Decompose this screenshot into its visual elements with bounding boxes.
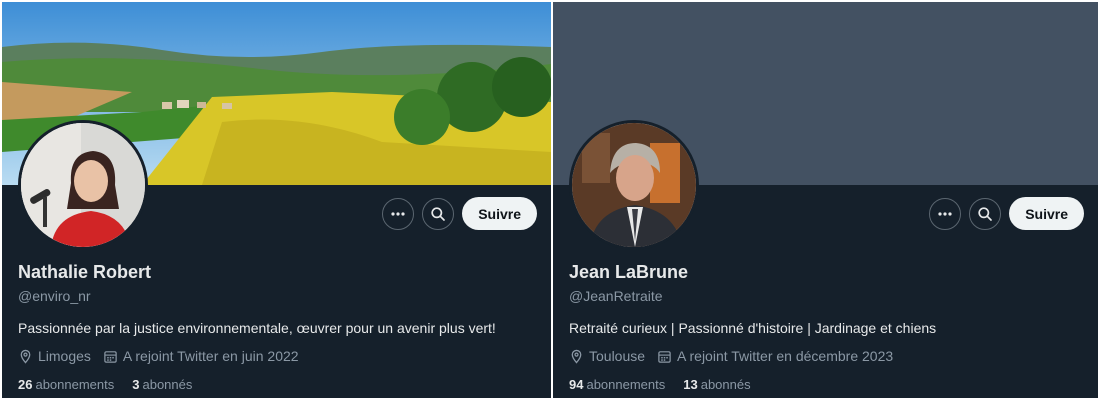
- profile-stats: 26 abonnements 3 abonnés: [18, 377, 210, 392]
- following-count: 26: [18, 377, 33, 392]
- profile-handle: @enviro_nr: [18, 288, 91, 304]
- search-profile-button[interactable]: [422, 197, 455, 230]
- location-item: Limoges: [18, 348, 91, 364]
- more-options-button[interactable]: [929, 197, 962, 230]
- search-icon: [431, 206, 446, 221]
- profile-name: Jean LaBrune: [569, 262, 689, 282]
- more-dots-icon: [391, 211, 405, 216]
- profile-stats: 94 abonnements 13 abonnés: [569, 377, 769, 392]
- location-text: Limoges: [38, 348, 91, 364]
- following-label: abonnements: [586, 377, 666, 392]
- follow-button[interactable]: Suivre: [462, 197, 537, 230]
- profile-name: Nathalie Robert: [18, 262, 152, 282]
- location-pin-icon: [20, 349, 31, 364]
- profile-card-jean: Suivre Jean LaBrune @JeanRetraite Retrai…: [553, 2, 1098, 398]
- profile-actions: Suivre: [382, 197, 537, 230]
- location-pin-icon: [571, 349, 582, 364]
- profile-bio: Passionnée par la justice environnementa…: [18, 320, 496, 336]
- profile-handle: @JeanRetraite: [569, 288, 663, 304]
- calendar-icon: [104, 350, 117, 363]
- joined-text: A rejoint Twitter en juin 2022: [122, 348, 299, 364]
- profile-actions: Suivre: [929, 197, 1084, 230]
- profile-bio: Retraité curieux | Passionné d'histoire …: [569, 320, 937, 336]
- followers-link[interactable]: 3 abonnés: [132, 377, 192, 392]
- followers-count: 3: [132, 377, 140, 392]
- followers-link[interactable]: 13 abonnés: [683, 377, 750, 392]
- search-profile-button[interactable]: [969, 197, 1002, 230]
- joined-text: A rejoint Twitter en décembre 2023: [677, 348, 894, 364]
- more-options-button[interactable]: [382, 197, 415, 230]
- followers-count: 13: [683, 377, 698, 392]
- location-item: Toulouse: [569, 348, 645, 364]
- following-count: 94: [569, 377, 584, 392]
- following-label: abonnements: [35, 377, 115, 392]
- calendar-icon: [658, 350, 671, 363]
- profile-meta: Toulouse A rejoint Twitter en décembre 2…: [569, 348, 905, 364]
- location-text: Toulouse: [589, 348, 646, 364]
- profile-meta: Limoges A rejoint Twitter en juin 2022: [18, 348, 311, 364]
- joined-item: A rejoint Twitter en juin 2022: [103, 348, 299, 364]
- joined-item: A rejoint Twitter en décembre 2023: [657, 348, 893, 364]
- following-link[interactable]: 26 abonnements: [18, 377, 114, 392]
- profile-card-nathalie: Suivre Nathalie Robert @enviro_nr Passio…: [2, 2, 551, 398]
- followers-label: abonnés: [142, 377, 193, 392]
- search-icon: [978, 206, 993, 221]
- avatar[interactable]: [569, 120, 699, 250]
- follow-button[interactable]: Suivre: [1009, 197, 1084, 230]
- followers-label: abonnés: [700, 377, 751, 392]
- avatar[interactable]: [18, 120, 148, 250]
- more-dots-icon: [938, 211, 952, 216]
- following-link[interactable]: 94 abonnements: [569, 377, 665, 392]
